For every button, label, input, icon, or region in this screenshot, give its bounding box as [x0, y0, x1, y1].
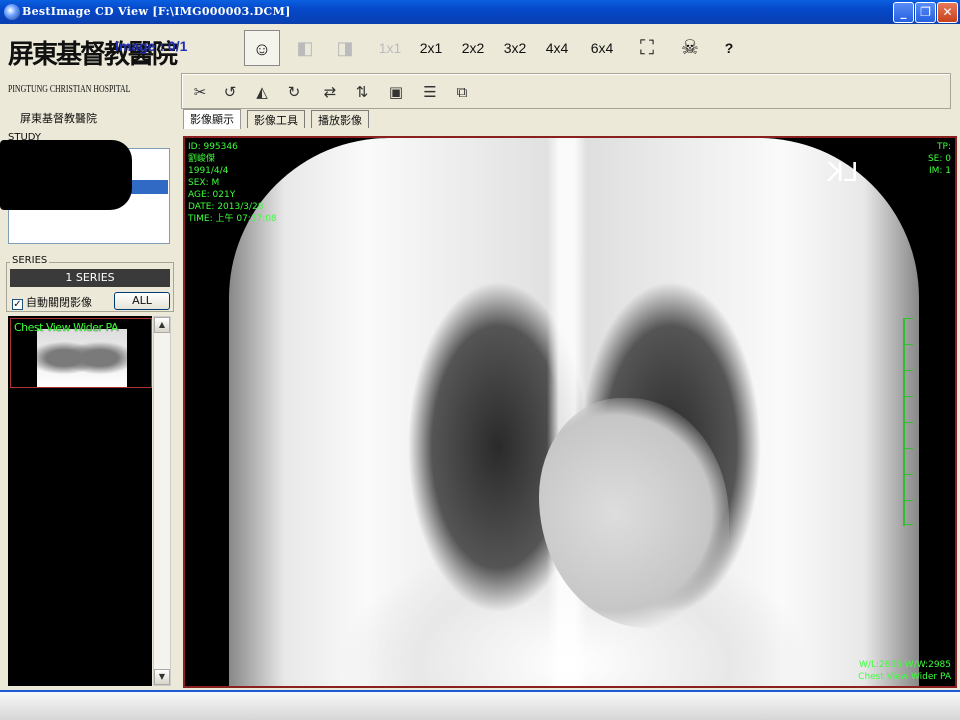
patient-info-overlay: ID: 995346 劉峻傑 1991/4/4 SEX: M AGE: 021Y…	[188, 141, 277, 225]
layout-1x1-button[interactable]: 1x1	[372, 30, 408, 66]
window-level-overlay: W/L:2603 W/W:2985 Chest View Wider PA	[858, 659, 951, 683]
im-value: IM: 1	[928, 166, 951, 176]
auto-open-checkbox[interactable]: ✓ 自動關閉影像	[12, 294, 92, 310]
tab-image-display[interactable]: 影像顯示	[183, 109, 241, 129]
window-title: BestImage CD View [F:\IMG000003.DCM]	[22, 5, 291, 18]
layout-3x2-button[interactable]: 3x2	[498, 30, 532, 66]
portrait-view-icon[interactable]: ☺	[244, 30, 280, 66]
flip-icon[interactable]: ◭	[252, 82, 272, 102]
study-time: TIME: 上午 07:37:08	[188, 214, 277, 224]
patient-id: ID: 995346	[188, 142, 238, 152]
next-image-icon[interactable]: ◨	[330, 30, 360, 66]
se-value: SE: 0	[927, 154, 951, 164]
series-description: Chest View Wider PA	[858, 672, 951, 682]
layout-6x4-button[interactable]: 6x4	[584, 30, 620, 66]
layout-4x4-button[interactable]: 4x4	[540, 30, 574, 66]
tools-icon[interactable]: ✂	[190, 82, 210, 102]
previous-image-icon[interactable]: ◧	[290, 30, 320, 66]
rotate-left-icon[interactable]: ↺	[220, 82, 240, 102]
tab-image-tools[interactable]: 影像工具	[247, 110, 305, 128]
taskbar	[0, 690, 960, 720]
hospital-logo: 屏東基督教醫院 PINGTUNG CHRISTIAN HOSPITAL	[6, 30, 178, 102]
invert-icon[interactable]: ▣	[386, 82, 406, 102]
thumbnail-xray-image	[37, 329, 127, 387]
redaction-block	[0, 140, 132, 210]
skull-icon[interactable]: ☠	[674, 30, 706, 66]
image-tools-toolbar: ✂ ↺ ◭ ↻ ⇄ ⇅ ▣ ☰ ⧉	[181, 73, 951, 109]
series-label: SERIES	[10, 255, 50, 266]
fullscreen-icon[interactable]: ⛶	[632, 30, 662, 66]
thumbnail-label: Chest View Wider PA	[14, 321, 118, 334]
rotate-right-icon[interactable]: ↻	[284, 82, 304, 102]
patient-name: 劉峻傑	[188, 154, 216, 164]
flip-vertical-icon[interactable]: ⇅	[352, 82, 372, 102]
copy-icon[interactable]: ⧉	[452, 82, 472, 102]
study-date: DATE: 2013/3/28	[188, 202, 264, 212]
app-window: BestImage CD View [F:\IMG000003.DCM] _ ❐…	[0, 0, 960, 700]
layout-2x2-button[interactable]: 2x2	[456, 30, 490, 66]
image-counter: Image : 0/1	[115, 38, 188, 54]
minimize-button[interactable]: _	[893, 2, 914, 23]
filter-icon[interactable]: ☰	[420, 82, 440, 102]
scale-ruler	[903, 318, 915, 526]
scroll-up-icon[interactable]: ▲	[154, 317, 170, 333]
patient-dob: 1991/4/4	[188, 166, 229, 176]
help-button[interactable]: ?	[718, 30, 740, 66]
series-count: 1 SERIES	[10, 269, 170, 287]
title-bar[interactable]: BestImage CD View [F:\IMG000003.DCM] _ ❐…	[0, 0, 960, 24]
checkbox-check-icon[interactable]: ✓	[12, 299, 23, 310]
layout-2x1-button[interactable]: 2x1	[414, 30, 448, 66]
scroll-down-icon[interactable]: ▼	[154, 669, 170, 685]
tp-value: TP:	[937, 142, 951, 152]
side-marker: LK	[827, 158, 859, 188]
series-info-overlay: TP: SE: 0 IM: 1	[928, 141, 951, 177]
close-button[interactable]: ✕	[937, 2, 958, 23]
patient-age: AGE: 021Y	[188, 190, 236, 200]
hospital-label: 屏東基督教醫院	[20, 112, 97, 125]
patient-sex: SEX: M	[188, 178, 220, 188]
window-level-value: W/L:2603 W/W:2985	[859, 660, 951, 670]
image-viewer[interactable]: LK ID: 995346 劉峻傑 1991/4/4 SEX: M AGE: 0…	[183, 136, 957, 688]
thumbnail-scrollbar[interactable]: ▲ ▼	[153, 316, 171, 686]
flip-horizontal-icon[interactable]: ⇄	[320, 82, 340, 102]
app-icon[interactable]	[4, 4, 20, 20]
auto-open-label: 自動關閉影像	[26, 296, 92, 309]
maximize-button[interactable]: ❐	[915, 2, 936, 23]
logo-english-name: PINGTUNG CHRISTIAN HOSPITAL	[8, 84, 131, 95]
series-thumbnail[interactable]: Chest View Wider PA	[10, 318, 152, 388]
all-button[interactable]: ALL	[114, 292, 170, 310]
tab-play-images[interactable]: 播放影像	[311, 110, 369, 128]
